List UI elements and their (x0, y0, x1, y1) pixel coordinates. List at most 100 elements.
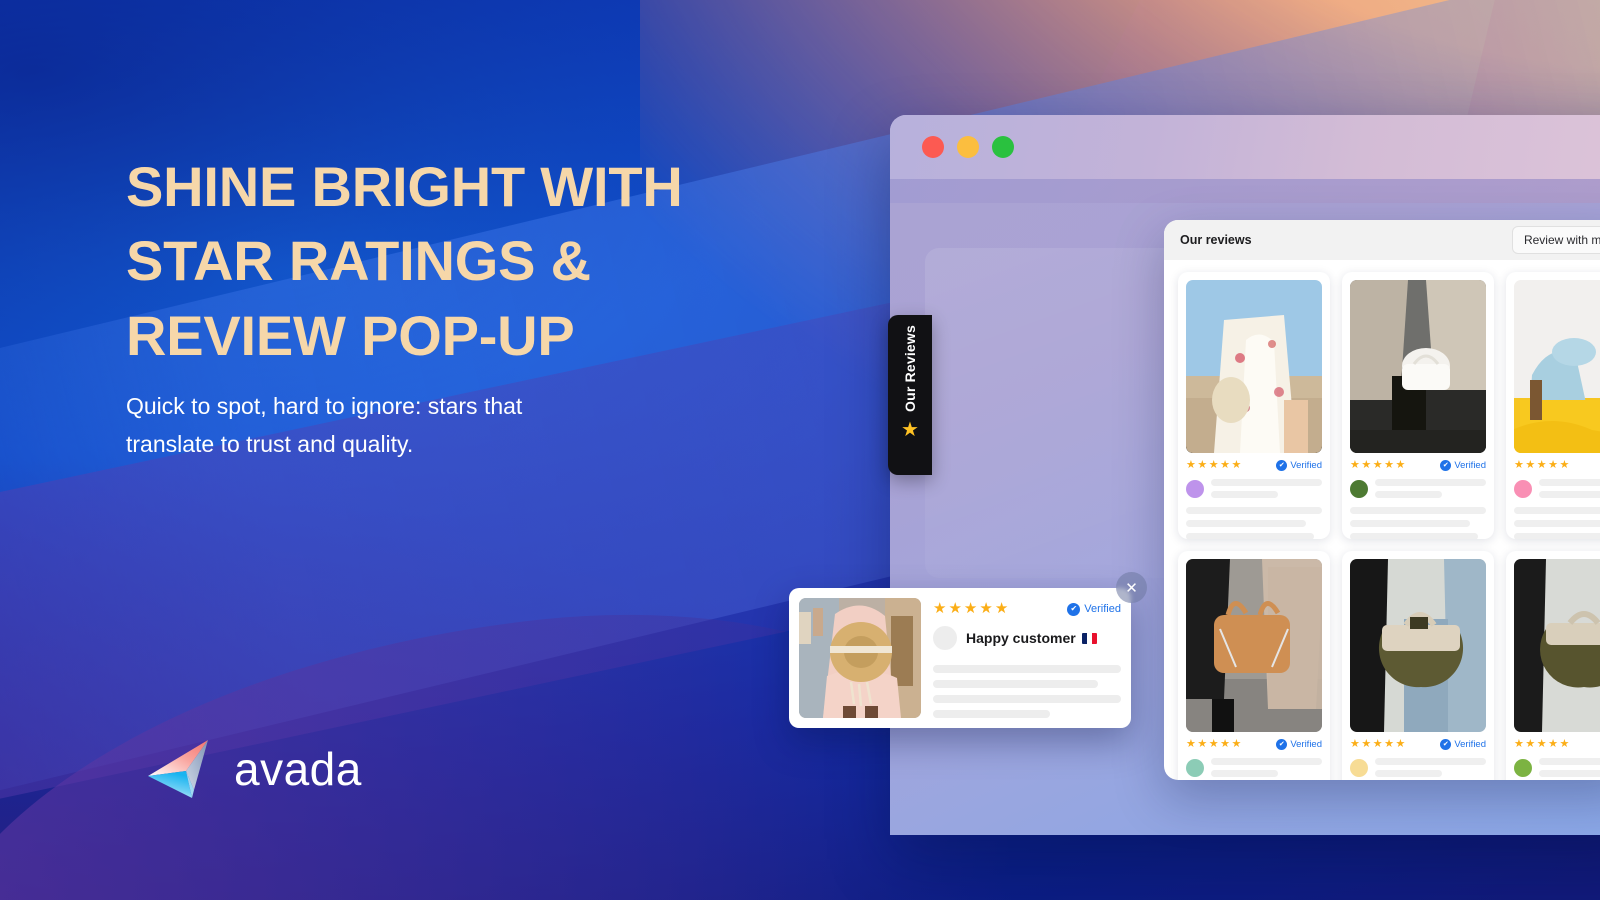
verified-label: Verified (1454, 739, 1486, 750)
reviews-panel-title: Our reviews (1180, 233, 1252, 247)
skeleton-line (1539, 479, 1600, 486)
review-product-image (1186, 280, 1322, 453)
review-author (1186, 479, 1322, 498)
review-card-meta: ★★★★★ ✔ Verified (1186, 460, 1322, 471)
author-skeleton (1539, 479, 1600, 498)
review-card[interactable]: ★★★★★ ✔ Verified (1178, 551, 1330, 780)
star-icon: ★ (1395, 738, 1406, 750)
star-icon: ★ (1197, 738, 1208, 750)
skeleton-line (1539, 770, 1600, 777)
review-with-me-button[interactable]: Review with me (1511, 226, 1600, 254)
author-skeleton (1375, 479, 1486, 498)
side-tab-label: Our Reviews (902, 325, 918, 413)
rating-stars: ★★★★★ (1350, 460, 1405, 471)
verified-badge: ✔ Verified (1276, 460, 1322, 471)
star-icon: ★ (1361, 738, 1372, 750)
avatar (1514, 479, 1532, 498)
rating-stars: ★★★★★ (933, 600, 1010, 618)
our-reviews-side-tab[interactable]: Our Reviews ★ (888, 315, 932, 475)
skeleton-line (1514, 533, 1600, 539)
star-icon: ★ (1559, 459, 1570, 471)
skeleton-line (1375, 479, 1486, 486)
review-body-skeleton (1514, 507, 1600, 539)
verified-badge: ✔ Verified (1440, 460, 1486, 471)
skeleton-line (1375, 491, 1442, 498)
avada-wordmark: avada (234, 743, 362, 795)
star-icon: ★ (933, 600, 949, 617)
author-skeleton (1539, 758, 1600, 777)
star-icon: ★ (1525, 459, 1536, 471)
star-icon: ★ (1231, 459, 1242, 471)
close-popup-button[interactable]: ✕ (1116, 572, 1147, 603)
star-icon: ★ (979, 600, 995, 617)
popup-header: ★★★★★ ✔ Verified (933, 600, 1121, 618)
subhead-line-2: translate to trust and quality. (126, 430, 414, 457)
verified-badge: ✔ Verified (1276, 739, 1322, 750)
review-card-meta: ★★★★★ ✔ Verified (1186, 739, 1322, 750)
avatar (1514, 758, 1532, 777)
star-icon: ★ (1384, 459, 1394, 471)
review-card[interactable]: ★★★★★ ✔ Verified (1506, 551, 1600, 780)
review-card-meta: ★★★★★ ✔ Verified (1350, 460, 1486, 471)
customer-name-row: Happy customer (966, 630, 1097, 646)
skeleton-line (1350, 507, 1486, 514)
headline-line-3: REVIEW POP-UP (126, 303, 575, 367)
avatar (1186, 758, 1204, 777)
star-icon: ★ (1514, 459, 1524, 471)
skeleton-line (1186, 507, 1322, 514)
star-icon: ★ (1361, 459, 1372, 471)
check-icon: ✔ (1276, 739, 1288, 750)
avatar (933, 626, 957, 650)
popup-body-skeleton (933, 665, 1121, 718)
review-card[interactable]: ★★★★★ ✔ Verified (1342, 551, 1494, 780)
skeleton-line (1211, 770, 1278, 777)
popup-content: ★★★★★ ✔ Verified Happy customer (933, 598, 1121, 718)
headline-line-1: SHINE BRIGHT WITH (126, 155, 683, 218)
star-icon: ★ (1536, 459, 1547, 471)
minimize-traffic-light-icon[interactable] (957, 136, 979, 158)
star-icon: ★ (901, 419, 919, 442)
skeleton-line (1211, 491, 1278, 498)
check-icon: ✔ (1067, 602, 1081, 616)
review-product-image (1350, 280, 1486, 453)
close-traffic-light-icon[interactable] (922, 136, 944, 158)
review-product-image (1514, 559, 1600, 732)
star-icon: ★ (1372, 459, 1383, 471)
check-icon: ✔ (1440, 460, 1452, 471)
review-author (1514, 479, 1600, 498)
popup-author: Happy customer (933, 626, 1121, 650)
star-icon: ★ (963, 600, 980, 617)
review-product-image (1186, 559, 1322, 732)
star-icon: ★ (1220, 459, 1230, 471)
headline-line-2: STAR RATINGS & (126, 229, 591, 293)
subhead-line-1: Quick to spot, hard to ignore: stars tha… (126, 393, 523, 419)
zoom-traffic-light-icon[interactable] (992, 136, 1014, 158)
review-card[interactable]: ★★★★★ ✔ Verified (1178, 272, 1330, 539)
review-card-meta: ★★★★★ ✔ Verified (1350, 739, 1486, 750)
skeleton-line (1375, 758, 1486, 765)
review-popup: ★★★★★ ✔ Verified Happy customer (789, 588, 1131, 728)
verified-label: Verified (1454, 460, 1486, 471)
verified-label: Verified (1290, 460, 1322, 471)
review-author (1350, 479, 1486, 498)
verified-label: Verified (1290, 739, 1322, 750)
review-card-meta: ★★★★★ ✔ Verified (1514, 739, 1600, 750)
review-card-meta: ★★★★★ ✔ Verified (1514, 460, 1600, 471)
review-card[interactable]: ★★★★★ ✔ Verified (1342, 272, 1494, 539)
skeleton-line (1186, 533, 1314, 539)
review-card[interactable]: ★★★★★ ✔ Verified (1506, 272, 1600, 539)
star-icon: ★ (1208, 738, 1219, 750)
skeleton-line (1350, 520, 1470, 527)
rating-stars: ★★★★★ (1514, 460, 1569, 471)
review-author (1350, 758, 1486, 777)
author-skeleton (1211, 479, 1322, 498)
skeleton-line (1514, 507, 1600, 514)
france-flag-icon (1081, 632, 1097, 644)
skeleton-line (933, 680, 1099, 688)
star-icon: ★ (1220, 738, 1230, 750)
reviews-panel: Our reviews Review with me ★ ★ ★ ★ ★ ✔ V… (1164, 220, 1600, 780)
star-icon: ★ (1208, 459, 1219, 471)
popup-product-image (799, 598, 921, 718)
star-icon: ★ (1559, 738, 1570, 750)
page-subtitle: Quick to spot, hard to ignore: stars tha… (126, 388, 686, 464)
